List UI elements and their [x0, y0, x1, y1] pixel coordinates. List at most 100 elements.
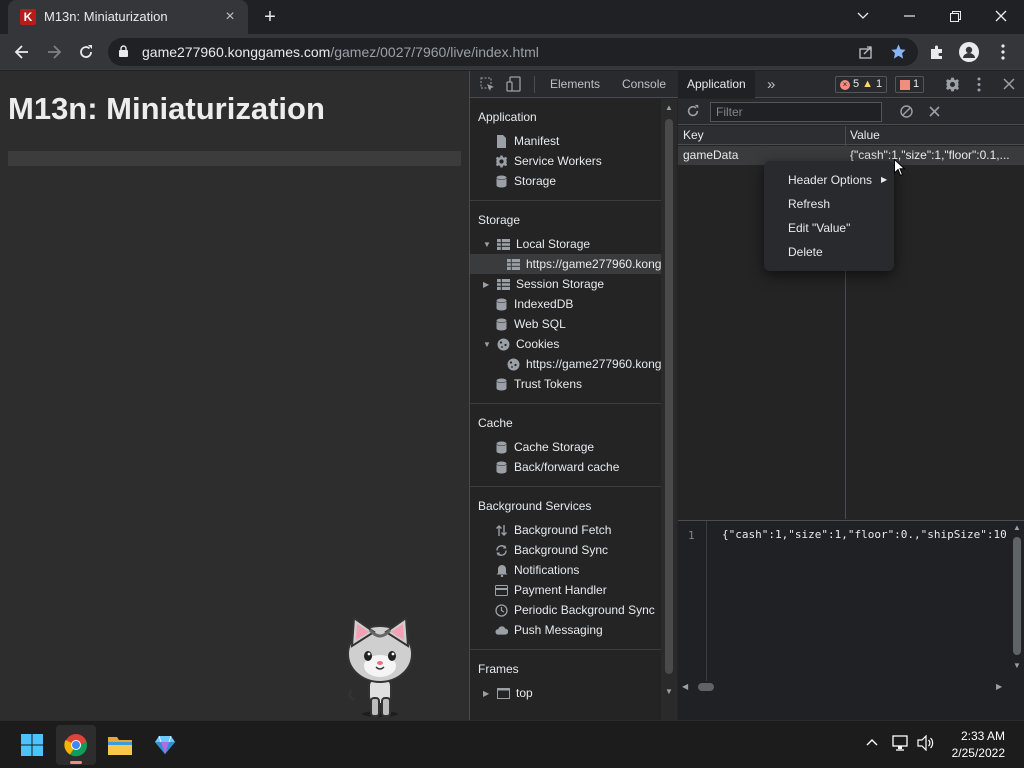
sidebar-item-storage[interactable]: Storage: [495, 171, 556, 191]
database-icon: [495, 441, 508, 454]
gear-icon: [495, 155, 508, 168]
sidebar-item-background-sync[interactable]: Background Sync: [495, 540, 608, 560]
sidebar-item-notifications[interactable]: Notifications: [495, 560, 579, 580]
sidebar-item-indexeddb[interactable]: IndexedDB: [495, 294, 573, 314]
scroll-up-arrow-icon[interactable]: ▲: [1013, 523, 1021, 532]
storage-filter-toolbar: [678, 99, 1024, 125]
inspect-element-icon[interactable]: [480, 77, 495, 92]
document-icon: [495, 134, 508, 148]
scrollbar-thumb[interactable]: [698, 683, 714, 691]
clock-date[interactable]: 2/25/2022: [940, 746, 1005, 760]
reload-button[interactable]: [73, 39, 99, 65]
more-tabs-button[interactable]: »: [758, 71, 784, 98]
scroll-down-arrow-icon[interactable]: ▼: [1013, 661, 1021, 670]
sidebar-item-frame-top[interactable]: ▶ top: [483, 683, 533, 703]
browser-tab[interactable]: K M13n: Miniaturization ×: [8, 0, 248, 34]
chrome-menu-icon[interactable]: [990, 39, 1016, 65]
refresh-icon[interactable]: [686, 104, 700, 118]
sidebar-item-label: Local Storage: [516, 237, 591, 251]
devtools-settings-gear-icon[interactable]: [945, 77, 960, 92]
delete-selected-icon[interactable]: [929, 106, 940, 117]
device-toolbar-icon[interactable]: [506, 76, 521, 92]
menu-item-header-options[interactable]: Header Options: [788, 173, 872, 187]
sidebar-item-service-workers[interactable]: Service Workers: [495, 151, 602, 171]
sidebar-item-cache-storage[interactable]: Cache Storage: [495, 437, 594, 457]
sidebar-item-background-fetch[interactable]: Background Fetch: [495, 520, 611, 540]
scroll-left-arrow-icon[interactable]: ◀: [682, 682, 688, 691]
extensions-puzzle-icon[interactable]: [924, 39, 950, 65]
sidebar-item-session-storage[interactable]: ▶ Session Storage: [483, 274, 604, 294]
preview-horizontal-scrollbar[interactable]: ◀ ▶: [678, 681, 1013, 693]
section-cache-title: Cache: [478, 416, 513, 430]
sidebar-item-periodic-background-sync[interactable]: Periodic Background Sync: [495, 600, 655, 620]
scroll-down-arrow-icon[interactable]: ▼: [665, 687, 673, 696]
lock-icon[interactable]: [118, 45, 129, 58]
column-header-key[interactable]: Key: [683, 128, 704, 142]
cookie-icon: [497, 338, 510, 351]
table-grid-icon: [497, 278, 510, 291]
tab-elements[interactable]: Elements: [541, 71, 609, 98]
expanded-triangle-icon[interactable]: ▼: [483, 240, 491, 249]
filter-input[interactable]: [710, 102, 882, 122]
sidebar-item-label: Session Storage: [516, 277, 605, 291]
restore-button[interactable]: [932, 0, 978, 32]
credit-card-icon: [495, 584, 508, 597]
warning-count: 1: [876, 78, 883, 90]
sidebar-item-manifest[interactable]: Manifest: [495, 131, 559, 151]
close-window-button[interactable]: [978, 0, 1024, 32]
sidebar-item-websql[interactable]: Web SQL: [495, 314, 566, 334]
sidebar-item-back-forward-cache[interactable]: Back/forward cache: [495, 457, 619, 477]
sidebar-item-cookies-origin[interactable]: https://game277960.kongg: [507, 354, 662, 374]
database-icon: [495, 378, 508, 391]
scroll-up-arrow-icon[interactable]: ▲: [665, 103, 673, 112]
menu-item-delete[interactable]: Delete: [788, 245, 823, 259]
close-devtools-icon[interactable]: [1003, 78, 1015, 90]
scroll-right-arrow-icon[interactable]: ▶: [996, 682, 1002, 691]
taskbar-gem-app-icon[interactable]: [145, 725, 185, 765]
error-warning-counter[interactable]: × 5 ▲ 1: [835, 76, 888, 93]
sidebar-vertical-scrollbar[interactable]: ▲ ▼: [661, 99, 677, 720]
scrollbar-thumb[interactable]: [665, 119, 673, 674]
devtools-menu-icon[interactable]: [977, 77, 981, 92]
database-icon: [495, 175, 508, 188]
start-button-windows-icon[interactable]: [12, 725, 52, 765]
address-bar[interactable]: game277960.konggames.com/gamez/0027/7960…: [108, 38, 918, 66]
column-header-value[interactable]: Value: [850, 128, 880, 142]
network-icon[interactable]: [892, 735, 910, 751]
clock-time[interactable]: 2:33 AM: [947, 729, 1005, 743]
tab-close-icon[interactable]: ×: [222, 9, 238, 25]
issues-counter[interactable]: 1: [895, 76, 925, 93]
tab-search-icon[interactable]: [840, 0, 886, 32]
minimize-button[interactable]: [886, 0, 932, 32]
volume-icon[interactable]: [917, 735, 935, 751]
tab-application[interactable]: Application: [678, 71, 755, 98]
preview-vertical-scrollbar[interactable]: ▲ ▼: [1011, 521, 1023, 681]
scrollbar-thumb[interactable]: [1013, 537, 1021, 655]
collapsed-triangle-icon[interactable]: ▶: [483, 280, 491, 289]
expanded-triangle-icon[interactable]: ▼: [483, 340, 491, 349]
bookmark-star-icon[interactable]: [890, 43, 907, 60]
menu-item-edit-value[interactable]: Edit "Value": [788, 221, 850, 235]
show-hidden-icons-chevron-icon[interactable]: [866, 738, 878, 746]
sidebar-item-label: Periodic Background Sync: [514, 603, 655, 617]
back-button[interactable]: [9, 39, 35, 65]
kongregate-favicon-icon: K: [20, 9, 36, 25]
menu-item-refresh[interactable]: Refresh: [788, 197, 830, 211]
taskbar-chrome-icon[interactable]: [56, 725, 96, 765]
collapsed-triangle-icon[interactable]: ▶: [483, 689, 491, 698]
sidebar-item-trust-tokens[interactable]: Trust Tokens: [495, 374, 582, 394]
sidebar-item-payment-handler[interactable]: Payment Handler: [495, 580, 607, 600]
clear-all-icon[interactable]: [900, 105, 913, 118]
share-icon[interactable]: [858, 44, 874, 60]
tab-console[interactable]: Console: [613, 71, 675, 98]
taskbar-file-explorer-icon[interactable]: [100, 725, 140, 765]
new-tab-button[interactable]: +: [259, 6, 281, 28]
profile-avatar-icon[interactable]: [956, 39, 982, 65]
sidebar-item-cookies[interactable]: ▼ Cookies: [483, 334, 559, 354]
sidebar-item-local-storage[interactable]: ▼ Local Storage: [483, 234, 590, 254]
forward-button[interactable]: [41, 39, 67, 65]
issue-count: 1: [913, 78, 920, 90]
sidebar-item-push-messaging[interactable]: Push Messaging: [495, 620, 603, 640]
sidebar-item-local-storage-origin[interactable]: https://game277960.kongg: [507, 254, 662, 274]
browser-toolbar: game277960.konggames.com/gamez/0027/7960…: [0, 34, 1024, 70]
